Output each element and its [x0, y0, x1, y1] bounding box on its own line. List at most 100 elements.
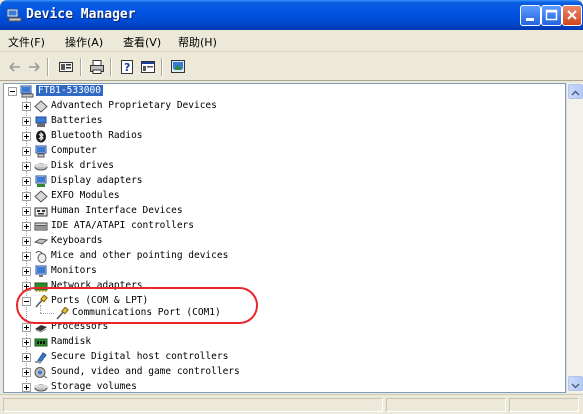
- menu-view[interactable]: 查看(V): [123, 34, 161, 50]
- expand-button[interactable]: [22, 383, 31, 392]
- tree-item-label: Display adapters: [51, 175, 143, 186]
- disk-drive-icon: [34, 163, 48, 171]
- toolbar-separator: [161, 58, 163, 76]
- maximize-icon: [545, 9, 558, 21]
- minimize-icon: [526, 18, 534, 21]
- keyboard-icon: [34, 238, 48, 245]
- menu-action[interactable]: 操作(A): [65, 34, 103, 50]
- scroll-up-icon: [571, 90, 580, 96]
- tree-item-label: Sound, video and game controllers: [51, 366, 240, 377]
- maximize-button[interactable]: [541, 5, 562, 26]
- menu-help[interactable]: 帮助(H): [178, 34, 217, 50]
- expand-button[interactable]: [22, 338, 31, 347]
- tree-item-label: Advantech Proprietary Devices: [51, 100, 217, 111]
- tree-item-label: Secure Digital host controllers: [51, 351, 229, 362]
- monitor-icon: [35, 265, 47, 277]
- scroll-down-button[interactable]: [568, 376, 583, 391]
- expand-button[interactable]: [22, 207, 31, 216]
- toolbar-separator: [80, 58, 82, 76]
- expand-button[interactable]: [22, 147, 31, 156]
- tree-item-label: Ramdisk: [51, 336, 92, 347]
- ide-controller-icon: [34, 222, 48, 231]
- expand-button[interactable]: [22, 368, 31, 377]
- device-tree[interactable]: FTB1-533000 Advantech Proprietary Device…: [3, 83, 566, 393]
- tree-item-label: IDE ATA/ATAPI controllers: [51, 220, 194, 231]
- collapse-root-button[interactable]: [8, 87, 17, 96]
- mouse-icon: [35, 251, 47, 263]
- storage-volume-icon: [34, 384, 48, 392]
- minimize-button[interactable]: [520, 5, 541, 26]
- menu-bar: 文件(F) 操作(A) 查看(V) 帮助(H): [0, 30, 583, 52]
- toolbar-separator: [110, 58, 112, 76]
- back-arrow-icon[interactable]: [7, 59, 23, 75]
- processor-icon: [35, 325, 47, 333]
- port-icon: [35, 295, 48, 308]
- print-icon[interactable]: [89, 59, 105, 75]
- tree-connector: [40, 313, 54, 314]
- tree-item-label: Disk drives: [51, 160, 114, 171]
- close-icon: [567, 10, 577, 20]
- device-manager-icon: [6, 8, 22, 22]
- expand-button[interactable]: [22, 192, 31, 201]
- port-icon: [56, 307, 69, 320]
- expand-button[interactable]: [22, 162, 31, 171]
- diamond-device-icon: [34, 190, 48, 203]
- battery-icon: [35, 116, 47, 127]
- expand-button[interactable]: [22, 353, 31, 362]
- help-icon[interactable]: ?: [120, 59, 136, 75]
- expand-button[interactable]: [22, 282, 31, 291]
- expand-button[interactable]: [22, 252, 31, 261]
- expand-button[interactable]: [22, 222, 31, 231]
- tree-item-label: Bluetooth Radios: [51, 130, 143, 141]
- expand-button[interactable]: [22, 132, 31, 141]
- tree-item-label: Human Interface Devices: [51, 205, 183, 216]
- scroll-down-icon: [571, 383, 580, 389]
- expand-button[interactable]: [22, 237, 31, 246]
- title-bar[interactable]: Device Manager: [0, 0, 583, 30]
- properties-icon[interactable]: [58, 59, 74, 75]
- vertical-scrollbar[interactable]: [566, 83, 583, 393]
- tree-item-label: EXFO Modules: [51, 190, 120, 201]
- expand-button[interactable]: [22, 267, 31, 276]
- bluetooth-icon: [36, 130, 46, 143]
- toolbar: ?: [0, 53, 583, 81]
- toolbar-separator: [47, 58, 49, 76]
- sd-host-icon: [35, 352, 47, 364]
- tree-root[interactable]: FTB1-533000: [36, 84, 103, 98]
- menu-file[interactable]: 文件(F): [8, 34, 45, 50]
- computer-icon: [35, 145, 47, 158]
- tree-item-label: Storage volumes: [51, 381, 137, 392]
- window-title: Device Manager: [26, 7, 136, 22]
- hid-icon: [34, 207, 48, 217]
- svg-text:?: ?: [124, 61, 130, 74]
- console-tree-icon[interactable]: [140, 59, 156, 75]
- tree-item-label: Network adapters: [51, 280, 143, 291]
- collapse-button[interactable]: [22, 297, 31, 306]
- sound-icon: [34, 367, 48, 379]
- tree-item-label: Mice and other pointing devices: [51, 250, 229, 261]
- expand-button[interactable]: [22, 102, 31, 111]
- tree-item-label: Batteries: [51, 115, 103, 126]
- status-pane: [509, 398, 579, 412]
- scan-hardware-icon[interactable]: [170, 59, 186, 75]
- expand-button[interactable]: [22, 117, 31, 126]
- tree-item-label: Keyboards: [51, 235, 103, 246]
- expand-button[interactable]: [22, 177, 31, 186]
- tree-root-label: FTB1-533000: [36, 85, 103, 96]
- diamond-device-icon: [34, 100, 48, 113]
- ramdisk-icon: [34, 338, 48, 347]
- forward-arrow-icon[interactable]: [26, 59, 42, 75]
- tree-item-label: Monitors: [51, 265, 97, 276]
- tree-item-label: Processors: [51, 321, 109, 332]
- network-adapter-icon: [34, 282, 48, 292]
- status-pane: [386, 398, 506, 412]
- status-pane: [3, 398, 383, 412]
- tree-item-label: Communications Port (COM1): [72, 307, 221, 318]
- close-button[interactable]: [562, 5, 582, 26]
- computer-icon: [20, 85, 34, 98]
- tree-item-label: Computer: [51, 145, 97, 156]
- scroll-up-button[interactable]: [568, 84, 583, 99]
- status-bar: [0, 394, 583, 414]
- display-adapter-icon: [35, 175, 47, 187]
- expand-button[interactable]: [22, 323, 31, 332]
